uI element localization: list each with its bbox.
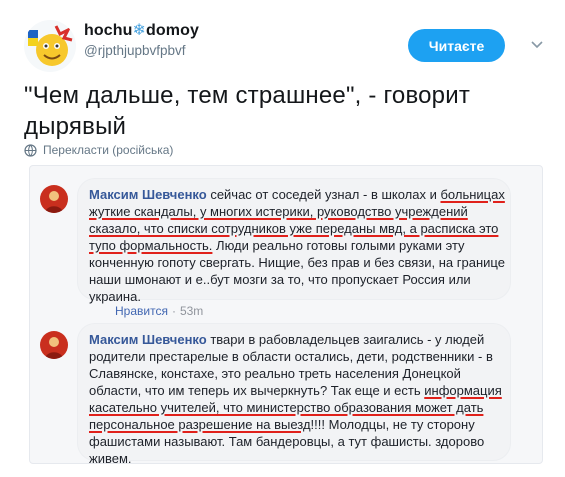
display-name-last: domoy — [146, 22, 199, 39]
comment-meta: Нравится · 53m — [115, 304, 203, 318]
comment-bubble-2: Максим Шевченко твари в рабовладельцев з… — [77, 323, 511, 466]
commenter-avatar-image — [40, 185, 68, 213]
meta-separator: · — [171, 304, 176, 318]
commenter-avatar-2 — [40, 331, 68, 359]
translate-label: Перекласти (російська) — [43, 143, 174, 157]
comment-bubble-1: Максим Шевченко сейчас от соседей узнал … — [77, 178, 511, 304]
user-avatar[interactable] — [24, 20, 76, 72]
emoji-avatar-image — [24, 20, 76, 72]
comment-time[interactable]: 53m — [180, 304, 203, 318]
commenter-avatar — [40, 185, 68, 213]
following-button[interactable]: Читаєте — [408, 29, 505, 62]
tweet-header: hochu❄domoy @rjpthjupbvfpbvf Читаєте — [0, 0, 565, 72]
user-handle[interactable]: @rjpthjupbvfpbvf — [84, 43, 186, 58]
comment-author-2[interactable]: Максим Шевченко — [89, 332, 207, 347]
globe-icon — [24, 143, 37, 157]
chevron-down-icon[interactable] — [530, 37, 544, 51]
comment-text-2: Максим Шевченко твари в рабовладельцев з… — [89, 331, 507, 467]
display-name[interactable]: hochu❄domoy — [84, 20, 199, 40]
display-name-first: hochu — [84, 22, 133, 39]
snowflake-icon: ❄ — [132, 22, 147, 39]
tweet-text: "Чем дальше, тем страшнее", - говорит ды… — [24, 82, 471, 140]
comment-text-1: Максим Шевченко сейчас от соседей узнал … — [89, 186, 507, 305]
comment-1-text-a: сейчас от соседей узнал - в школах и — [206, 187, 441, 202]
comment-author-1[interactable]: Максим Шевченко — [89, 187, 207, 202]
translate-link[interactable]: Перекласти (російська) — [24, 141, 173, 159]
like-link[interactable]: Нравится — [115, 304, 168, 318]
embedded-screenshot: Максим Шевченко сейчас от соседей узнал … — [29, 165, 543, 466]
commenter-avatar-image-2 — [40, 331, 68, 359]
